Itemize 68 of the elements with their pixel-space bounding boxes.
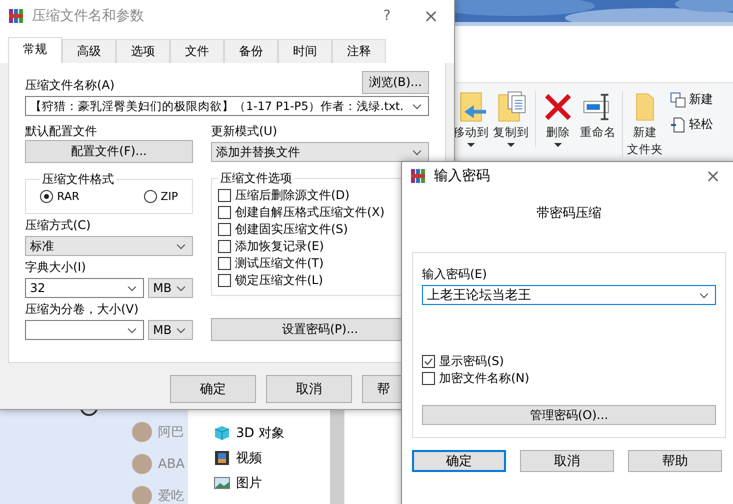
field-label: 字典大小(I) (25, 259, 87, 276)
password-combo[interactable]: 上老王论坛当老王 (422, 285, 716, 305)
tab[interactable]: 文件 (170, 39, 224, 63)
avatar-icon (132, 422, 152, 442)
group-title: 压缩文件格式 (41, 171, 115, 188)
close-button[interactable]: × (416, 6, 446, 26)
cube-icon (214, 425, 230, 441)
document-icon (670, 116, 686, 132)
dialog-button[interactable]: 取消 (520, 450, 614, 472)
avatar-icon (132, 486, 152, 504)
avatar-icon (132, 454, 152, 474)
tab[interactable]: 时间 (278, 39, 332, 63)
nav-item[interactable]: 图片 (214, 474, 330, 492)
image-icon (214, 475, 230, 491)
film-icon (214, 450, 230, 466)
update-mode-dropdown[interactable]: 添加并替换文件 (211, 142, 429, 162)
window-title: 输入密码 (434, 167, 490, 185)
checkbox-option[interactable]: 添加恢复记录(E) (218, 238, 422, 255)
radio-option[interactable]: ZIP (144, 190, 178, 203)
field-label: 压缩方式(C) (25, 217, 92, 234)
ribbon-button[interactable]: 新建 文件夹 (622, 91, 664, 157)
help-button[interactable]: ? (372, 8, 402, 24)
unit-dropdown[interactable]: MB (148, 320, 193, 340)
dictionary-combo[interactable]: 32 (25, 278, 144, 298)
ribbon-button[interactable]: 复制到 (492, 91, 530, 147)
field-label: 压缩为分卷，大小(V) (25, 301, 140, 318)
checkbox-option[interactable]: 测试压缩文件(T) (218, 255, 422, 272)
checkbox-option[interactable]: 创建固实压缩文件(S) (218, 221, 422, 238)
checkbox-option[interactable]: 锁定压缩文件(L) (218, 272, 422, 289)
ribbon-button[interactable]: 删除 (535, 91, 577, 147)
tab[interactable]: 高级 (62, 39, 116, 63)
close-button[interactable]: × (698, 166, 728, 186)
field-label: 更新模式(U) (211, 123, 278, 140)
radio-option[interactable]: RAR (40, 190, 80, 203)
tab[interactable]: 常规 (8, 37, 62, 63)
checkbox-option[interactable]: 加密文件名称(N) (422, 370, 716, 387)
nav-item[interactable]: 视频 (214, 449, 330, 467)
checkbox-option[interactable]: 创建自解压格式压缩文件(X) (218, 204, 422, 221)
delete-icon (542, 91, 574, 123)
tab[interactable]: 注释 (332, 39, 386, 63)
dialog-heading: 带密码压缩 (536, 205, 602, 222)
nav-item[interactable]: 3D 对象 (214, 424, 330, 442)
manage-passwords-button[interactable]: 管理密码(O)... (422, 405, 716, 425)
profile-button[interactable]: 配置文件(F)... (25, 140, 193, 163)
checkbox-option[interactable]: 显示密码(S) (422, 353, 716, 370)
dialog-button[interactable]: 取消 (266, 375, 352, 403)
books-icon (410, 168, 426, 184)
ribbon-button[interactable]: 新建 (670, 91, 713, 108)
method-dropdown[interactable]: 标准 (25, 236, 193, 256)
ribbon-button[interactable]: 重命名 (579, 91, 617, 140)
new-item-icon (670, 92, 686, 108)
dialog-button[interactable]: 确定 (412, 450, 506, 472)
field-label: 压缩文件名称(A) (25, 77, 115, 94)
books-icon (8, 8, 24, 24)
volume-combo[interactable] (25, 320, 144, 340)
tab[interactable]: 备份 (224, 39, 278, 63)
tab[interactable]: 选项 (116, 39, 170, 63)
browse-button[interactable]: 浏览(B)... (362, 71, 429, 94)
field-label: 默认配置文件 (25, 123, 98, 140)
window-title: 压缩文件名和参数 (32, 7, 144, 25)
group-title: 压缩文件选项 (219, 170, 293, 187)
ribbon-button[interactable]: 轻松 (670, 116, 713, 133)
unit-dropdown[interactable]: MB (148, 278, 193, 298)
dialog-button[interactable]: 确定 (170, 375, 256, 403)
filename-combo[interactable]: 【狩猎：豪乳淫臀美妇们的极限肉欲】（1-17 P1-P5）作者：浅绿.txt. (25, 96, 429, 116)
dialog-button[interactable]: 帮助 (628, 450, 722, 472)
field-label: 输入密码(E) (422, 266, 488, 283)
checkbox-option[interactable]: 压缩后删除源文件(D) (218, 187, 422, 204)
